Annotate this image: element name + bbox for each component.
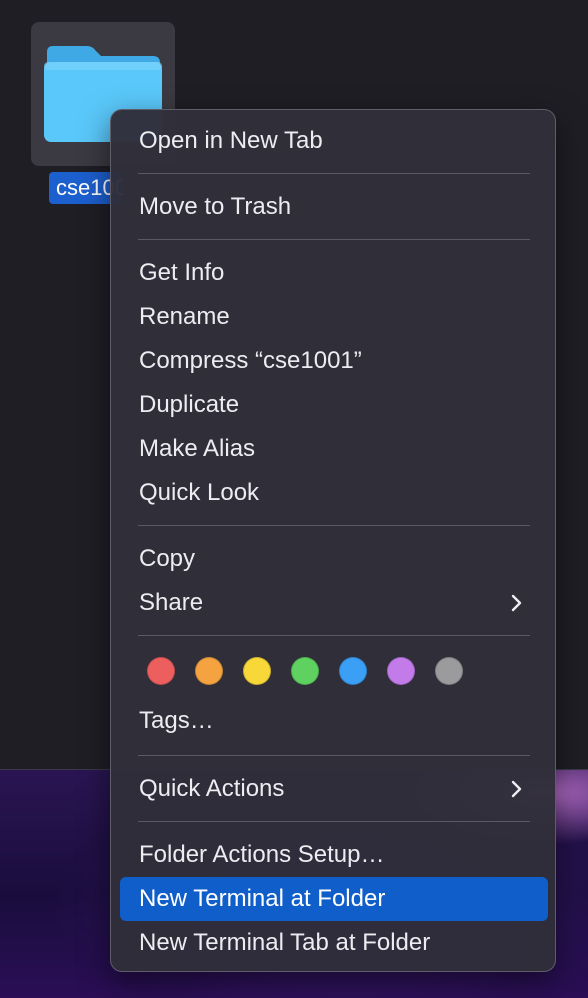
context-menu: Open in New Tab Move to Trash Get Info R… bbox=[110, 109, 556, 972]
menu-item-quick-actions[interactable]: Quick Actions bbox=[120, 767, 548, 811]
menu-item-get-info[interactable]: Get Info bbox=[120, 251, 548, 295]
tag-gray[interactable] bbox=[435, 657, 463, 685]
menu-item-share-label: Share bbox=[139, 589, 204, 616]
menu-separator bbox=[138, 635, 530, 636]
menu-item-new-terminal-tab-at-folder[interactable]: New Terminal Tab at Folder bbox=[120, 921, 548, 965]
menu-item-copy[interactable]: Copy bbox=[120, 537, 548, 581]
tag-red[interactable] bbox=[147, 657, 175, 685]
menu-item-quick-actions-label: Quick Actions bbox=[139, 775, 285, 802]
menu-item-move-to-trash[interactable]: Move to Trash bbox=[120, 185, 548, 229]
menu-item-rename[interactable]: Rename bbox=[120, 295, 548, 339]
tag-orange[interactable] bbox=[195, 657, 223, 685]
menu-separator bbox=[138, 525, 530, 526]
tag-green[interactable] bbox=[291, 657, 319, 685]
tag-yellow[interactable] bbox=[243, 657, 271, 685]
menu-item-make-alias[interactable]: Make Alias bbox=[120, 427, 548, 471]
menu-item-new-terminal-at-folder[interactable]: New Terminal at Folder bbox=[120, 877, 548, 921]
menu-item-quick-look[interactable]: Quick Look bbox=[120, 471, 548, 515]
menu-item-duplicate[interactable]: Duplicate bbox=[120, 383, 548, 427]
menu-item-share[interactable]: Share bbox=[120, 581, 548, 625]
tag-blue[interactable] bbox=[339, 657, 367, 685]
menu-separator bbox=[138, 239, 530, 240]
menu-item-tags[interactable]: Tags… bbox=[120, 699, 548, 743]
chevron-right-icon bbox=[511, 780, 522, 798]
chevron-right-icon bbox=[511, 594, 522, 612]
tag-purple[interactable] bbox=[387, 657, 415, 685]
menu-item-open-in-new-tab[interactable]: Open in New Tab bbox=[120, 119, 548, 163]
menu-item-compress[interactable]: Compress “cse1001” bbox=[120, 339, 548, 383]
menu-item-folder-actions-setup[interactable]: Folder Actions Setup… bbox=[120, 833, 548, 877]
menu-separator bbox=[138, 821, 530, 822]
menu-separator bbox=[138, 755, 530, 756]
menu-separator bbox=[138, 173, 530, 174]
